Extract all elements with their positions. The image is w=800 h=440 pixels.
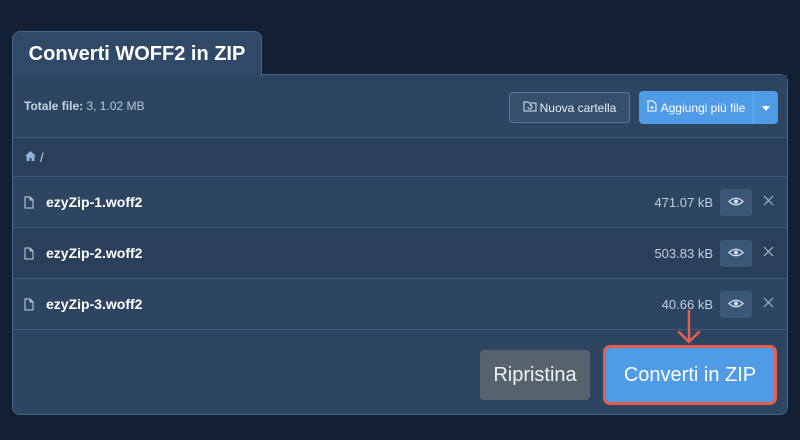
file-name: ezyZip-3.woff2: [46, 296, 143, 312]
reset-button[interactable]: Ripristina: [480, 350, 590, 400]
file-size: 503.83 kB: [654, 246, 713, 261]
arrow-down-icon: [674, 309, 704, 352]
remove-file-button[interactable]: [760, 245, 776, 261]
new-folder-label: Nuova cartella: [539, 100, 617, 115]
remove-file-button[interactable]: [760, 194, 776, 210]
file-plus-icon: [647, 100, 657, 115]
tab-title[interactable]: Converti WOFF2 in ZIP: [12, 31, 262, 77]
close-icon: [763, 244, 774, 262]
file-size: 471.07 kB: [654, 195, 713, 210]
add-files-button[interactable]: Aggiungi più file: [639, 91, 778, 124]
total-files-label: Totale file:: [24, 99, 84, 113]
chevron-down-icon: [762, 101, 770, 115]
breadcrumb: /: [13, 137, 787, 177]
summary-bar: Totale file: 3, 1.02 MB Nuova cartella A…: [13, 75, 787, 137]
total-files-value: 3, 1.02 MB: [86, 99, 145, 113]
file-row[interactable]: ezyZip-2.woff2 503.83 kB: [13, 228, 787, 279]
file-name: ezyZip-1.woff2: [46, 194, 143, 210]
add-files-dropdown[interactable]: [753, 91, 778, 124]
eye-icon: [728, 194, 744, 212]
new-folder-button[interactable]: Nuova cartella: [509, 92, 630, 123]
file-row[interactable]: ezyZip-1.woff2 471.07 kB: [13, 177, 787, 228]
close-icon: [763, 295, 774, 313]
file-panel: Totale file: 3, 1.02 MB Nuova cartella A…: [12, 74, 788, 415]
convert-button[interactable]: Converti in ZIP: [606, 348, 774, 402]
tab-title-label: Converti WOFF2 in ZIP: [28, 43, 246, 65]
file-icon: [24, 298, 34, 316]
total-files-summary: Totale file: 3, 1.02 MB: [24, 99, 145, 113]
eye-icon: [728, 296, 744, 314]
add-files-main[interactable]: Aggiungi più file: [639, 91, 753, 124]
file-row[interactable]: ezyZip-3.woff2 40.66 kB: [13, 279, 787, 330]
reset-label: Ripristina: [493, 363, 577, 386]
remove-file-button[interactable]: [760, 296, 776, 312]
preview-button[interactable]: [720, 189, 752, 216]
action-bar: Ripristina Converti in ZIP: [13, 335, 787, 414]
file-icon: [24, 196, 34, 214]
close-icon: [763, 193, 774, 211]
home-icon[interactable]: [24, 150, 37, 165]
convert-label: Converti in ZIP: [623, 363, 757, 386]
breadcrumb-path: /: [40, 149, 44, 165]
folder-refresh-icon: [523, 100, 537, 115]
preview-button[interactable]: [720, 240, 752, 267]
file-icon: [24, 247, 34, 265]
add-files-label: Aggiungi più file: [660, 100, 746, 115]
eye-icon: [728, 245, 744, 263]
file-name: ezyZip-2.woff2: [46, 245, 143, 261]
preview-button[interactable]: [720, 291, 752, 318]
